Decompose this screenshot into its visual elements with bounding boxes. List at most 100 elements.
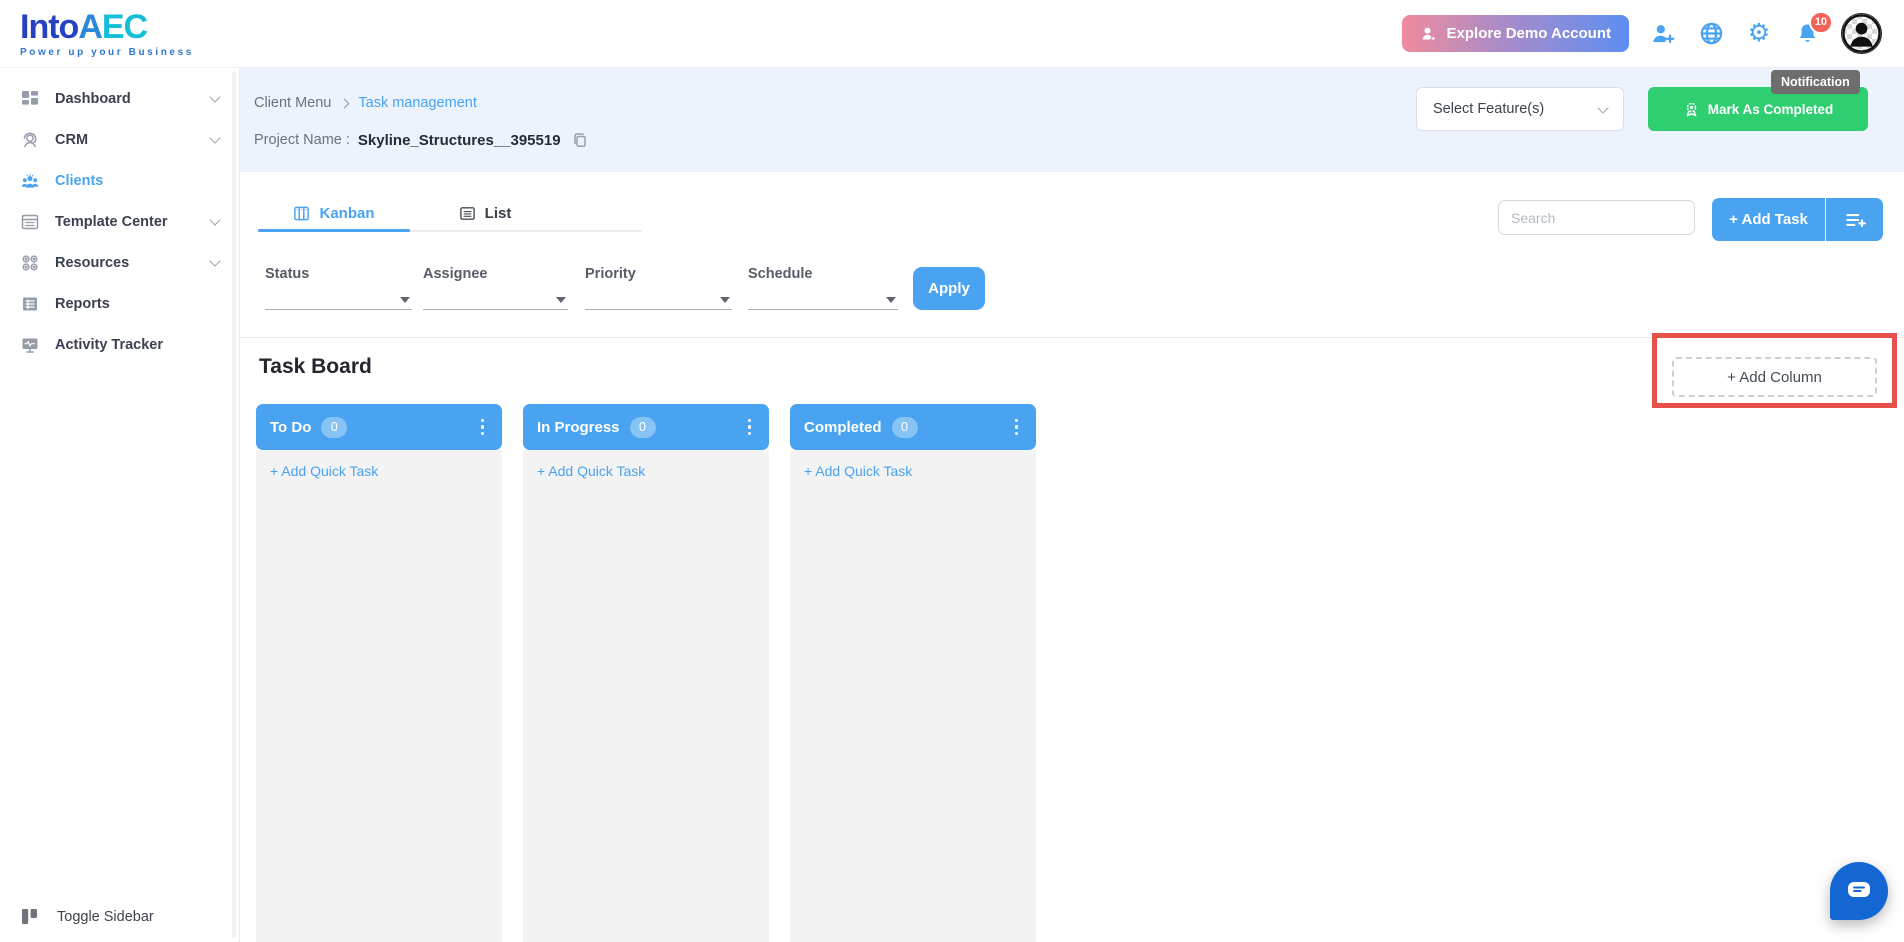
person-sparkle-icon bbox=[1420, 25, 1438, 43]
copy-icon bbox=[571, 131, 589, 149]
add-task-button[interactable]: + Add Task bbox=[1712, 198, 1825, 241]
select-features-dropdown[interactable]: Select Feature(s) bbox=[1416, 87, 1624, 131]
kanban-column-header[interactable]: Completed 0 bbox=[790, 404, 1036, 450]
select-features-label: Select Feature(s) bbox=[1433, 101, 1545, 117]
brand-tagline: Power up your Business bbox=[20, 46, 194, 58]
add-task-options-button[interactable] bbox=[1826, 198, 1883, 241]
project-name-value: Skyline_Structures__395519 bbox=[357, 131, 561, 149]
explore-demo-account-label: Explore Demo Account bbox=[1446, 25, 1611, 42]
sidebar-item-label: Reports bbox=[55, 295, 110, 312]
chat-bubble-icon bbox=[1846, 880, 1872, 902]
sidebar-item-resources[interactable]: Resources bbox=[0, 242, 239, 283]
list-icon bbox=[459, 205, 476, 222]
mark-as-completed-label: Mark As Completed bbox=[1707, 101, 1834, 117]
column-count-badge: 0 bbox=[891, 416, 918, 438]
add-user-button[interactable] bbox=[1649, 20, 1677, 48]
reports-icon bbox=[20, 294, 40, 314]
copy-project-name-button[interactable] bbox=[571, 131, 589, 149]
sidebar-item-activity-tracker[interactable]: Activity Tracker bbox=[0, 324, 239, 365]
kanban-column-in-progress: In Progress 0 + Add Quick Task bbox=[523, 404, 769, 942]
chevron-down-icon bbox=[209, 213, 221, 226]
toggle-sidebar-label: Toggle Sidebar bbox=[57, 908, 154, 925]
sidebar-item-clients[interactable]: Clients bbox=[0, 160, 239, 201]
sidebar-item-label: CRM bbox=[55, 131, 89, 148]
tab-kanban[interactable]: Kanban bbox=[258, 196, 410, 232]
sidebar-item-reports[interactable]: Reports bbox=[0, 283, 239, 324]
kebab-menu-icon[interactable] bbox=[477, 415, 489, 440]
sidebar-item-template-center[interactable]: Template Center bbox=[0, 201, 239, 242]
sidebar-item-label: Resources bbox=[55, 254, 130, 271]
apply-filters-button[interactable]: Apply bbox=[913, 267, 985, 310]
brand-suffix: AEC bbox=[78, 7, 148, 46]
toggle-sidebar-button[interactable]: Toggle Sidebar bbox=[20, 907, 154, 926]
view-tabs: Kanban List bbox=[258, 196, 642, 232]
tab-kanban-label: Kanban bbox=[319, 204, 375, 222]
layout-sidebar-icon bbox=[20, 907, 39, 926]
caret-down-icon bbox=[556, 297, 566, 303]
notifications-button[interactable]: 10 bbox=[1793, 10, 1833, 48]
filter-priority[interactable]: Priority bbox=[585, 266, 732, 310]
brand-wordmark: Into AEC bbox=[20, 10, 194, 44]
column-count-badge: 0 bbox=[629, 416, 656, 438]
sidebar: Dashboard CRM Clients Template Center Re… bbox=[0, 68, 240, 942]
column-title: To Do bbox=[270, 418, 312, 436]
chat-launcher-button[interactable] bbox=[1830, 862, 1888, 920]
sidebar-item-crm[interactable]: CRM bbox=[0, 119, 239, 160]
dashboard-icon bbox=[20, 89, 40, 109]
add-quick-task-button[interactable]: + Add Quick Task bbox=[270, 463, 378, 479]
caret-down-icon bbox=[400, 297, 410, 303]
project-name-row: Project Name : Skyline_Structures__39551… bbox=[254, 131, 589, 149]
chevron-down-icon bbox=[209, 131, 221, 144]
kebab-menu-icon[interactable] bbox=[1011, 415, 1023, 440]
search-input[interactable] bbox=[1498, 200, 1695, 235]
clients-icon bbox=[20, 171, 40, 191]
topbar-actions: Explore Demo Account ⚙ 10 bbox=[1401, 10, 1882, 54]
resources-icon bbox=[20, 253, 40, 273]
kanban-column-completed: Completed 0 + Add Quick Task bbox=[790, 404, 1036, 942]
filter-status[interactable]: Status bbox=[265, 266, 412, 310]
sidebar-item-label: Template Center bbox=[55, 213, 168, 230]
tab-list[interactable]: List bbox=[410, 196, 560, 230]
breadcrumb-parent[interactable]: Client Menu bbox=[254, 95, 331, 111]
language-button[interactable] bbox=[1697, 20, 1725, 48]
person-add-icon bbox=[1650, 21, 1676, 47]
kanban-board-icon bbox=[293, 205, 310, 222]
explore-demo-account-button[interactable]: Explore Demo Account bbox=[1401, 15, 1629, 52]
filter-schedule-select[interactable] bbox=[748, 292, 898, 310]
chevron-down-icon bbox=[209, 90, 221, 103]
filter-assignee[interactable]: Assignee bbox=[423, 266, 568, 310]
breadcrumb: Client Menu Task management bbox=[254, 95, 477, 111]
caret-down-icon bbox=[720, 297, 730, 303]
settings-button[interactable]: ⚙ bbox=[1745, 20, 1773, 48]
kanban-column-header[interactable]: In Progress 0 bbox=[523, 404, 769, 450]
activity-tracker-icon bbox=[20, 335, 40, 355]
kanban-column-body: + Add Quick Task bbox=[256, 450, 502, 942]
breadcrumb-current[interactable]: Task management bbox=[358, 95, 476, 111]
avatar[interactable] bbox=[1841, 13, 1882, 54]
kebab-menu-icon[interactable] bbox=[744, 415, 756, 440]
add-quick-task-button[interactable]: + Add Quick Task bbox=[804, 463, 912, 479]
add-quick-task-button[interactable]: + Add Quick Task bbox=[537, 463, 645, 479]
column-count-badge: 0 bbox=[321, 416, 348, 438]
filter-priority-label: Priority bbox=[585, 266, 636, 282]
notification-count-badge: 10 bbox=[1808, 10, 1833, 34]
column-title: Completed bbox=[804, 418, 882, 436]
gear-icon: ⚙ bbox=[1747, 19, 1771, 47]
add-column-button[interactable]: + Add Column bbox=[1672, 357, 1877, 397]
list-plus-icon bbox=[1844, 209, 1866, 231]
globe-icon bbox=[1698, 20, 1725, 47]
sidebar-item-label: Dashboard bbox=[55, 90, 131, 107]
filter-schedule[interactable]: Schedule bbox=[748, 266, 898, 310]
brand-logo[interactable]: Into AEC Power up your Business bbox=[20, 10, 194, 58]
topbar: Into AEC Power up your Business Explore … bbox=[0, 0, 1904, 68]
kanban-column-header[interactable]: To Do 0 bbox=[256, 404, 502, 450]
filter-status-label: Status bbox=[265, 266, 310, 282]
template-center-icon bbox=[20, 212, 40, 232]
chevron-down-icon bbox=[1597, 101, 1609, 114]
sidebar-item-label: Activity Tracker bbox=[55, 336, 164, 353]
filter-priority-select[interactable] bbox=[585, 292, 732, 310]
filter-status-select[interactable] bbox=[265, 292, 412, 310]
sidebar-item-dashboard[interactable]: Dashboard bbox=[0, 78, 239, 119]
filter-assignee-select[interactable] bbox=[423, 292, 568, 310]
add-task-button-group: + Add Task bbox=[1712, 198, 1883, 241]
